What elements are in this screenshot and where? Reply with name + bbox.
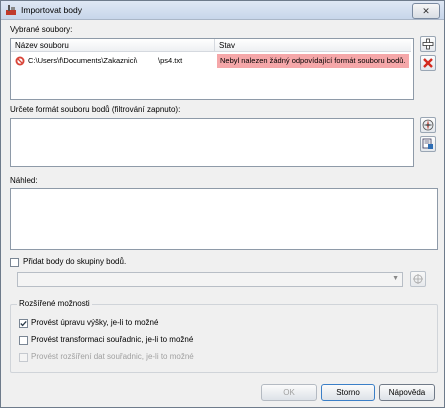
selected-files-label: Vybrané soubory: xyxy=(10,25,73,34)
window-title: Importovat body xyxy=(21,5,82,15)
error-icon xyxy=(15,56,25,66)
remove-file-button[interactable] xyxy=(420,55,436,71)
format-settings-button[interactable] xyxy=(420,117,436,133)
coordinate-transform-checkbox[interactable] xyxy=(19,336,28,345)
add-to-point-group-checkbox[interactable] xyxy=(10,258,19,267)
pick-point-group-icon xyxy=(413,274,423,284)
ok-button[interactable]: OK xyxy=(261,384,317,401)
cancel-button[interactable]: Storno xyxy=(321,384,375,401)
title-bar: Importovat body ✕ xyxy=(1,1,444,20)
file-format-list[interactable] xyxy=(10,118,414,167)
check-mark-icon xyxy=(20,320,27,327)
point-group-picker-button[interactable] xyxy=(410,271,426,287)
import-points-dialog: Importovat body ✕ Vybrané soubory: Název… xyxy=(0,0,445,408)
status-cell: Nebyl nalezen žádný odpovídající formát … xyxy=(217,54,409,68)
coordinate-extension-label: Provést rozšíření dat souřadnic, je-li t… xyxy=(31,352,194,361)
add-file-button[interactable] xyxy=(420,36,436,52)
compass-icon xyxy=(422,119,434,131)
coordinate-transform-label: Provést transformaci souřadnic, je-li to… xyxy=(31,335,194,344)
chevron-down-icon: ▼ xyxy=(392,275,399,282)
height-adjust-checkbox[interactable] xyxy=(19,319,28,328)
height-adjust-label: Provést úpravu výšky, je-li to možné xyxy=(31,318,159,327)
file-path-cell: C:\Users\f\Documents\Zakaznici\ \ps4.txt xyxy=(28,56,183,65)
advanced-options-label: Rozšířené možnosti xyxy=(17,299,92,308)
column-header-status[interactable]: Stav xyxy=(215,39,411,52)
close-icon: ✕ xyxy=(422,6,430,16)
add-to-point-group-label: Přidat body do skupiny bodů. xyxy=(23,257,127,266)
format-manager-icon xyxy=(422,138,433,149)
column-header-filename[interactable]: Název souboru xyxy=(11,39,215,52)
coordinate-extension-checkbox[interactable] xyxy=(19,353,28,362)
selected-files-list[interactable]: Název souboru Stav C:\Users\f\Documents\… xyxy=(10,38,414,100)
point-group-select[interactable]: ▼ xyxy=(17,272,403,287)
format-manager-button[interactable] xyxy=(420,136,436,152)
preview-area[interactable] xyxy=(10,188,438,250)
red-x-icon xyxy=(423,58,433,68)
preview-label: Náhled: xyxy=(10,176,38,185)
file-format-label: Určete formát souboru bodů (filtrování z… xyxy=(10,105,181,114)
plus-icon xyxy=(422,38,434,50)
table-row[interactable]: C:\Users\f\Documents\Zakaznici\ \ps4.txt… xyxy=(11,54,411,68)
help-button[interactable]: Nápověda xyxy=(379,384,435,401)
app-icon xyxy=(6,5,16,15)
close-button[interactable]: ✕ xyxy=(412,3,440,19)
